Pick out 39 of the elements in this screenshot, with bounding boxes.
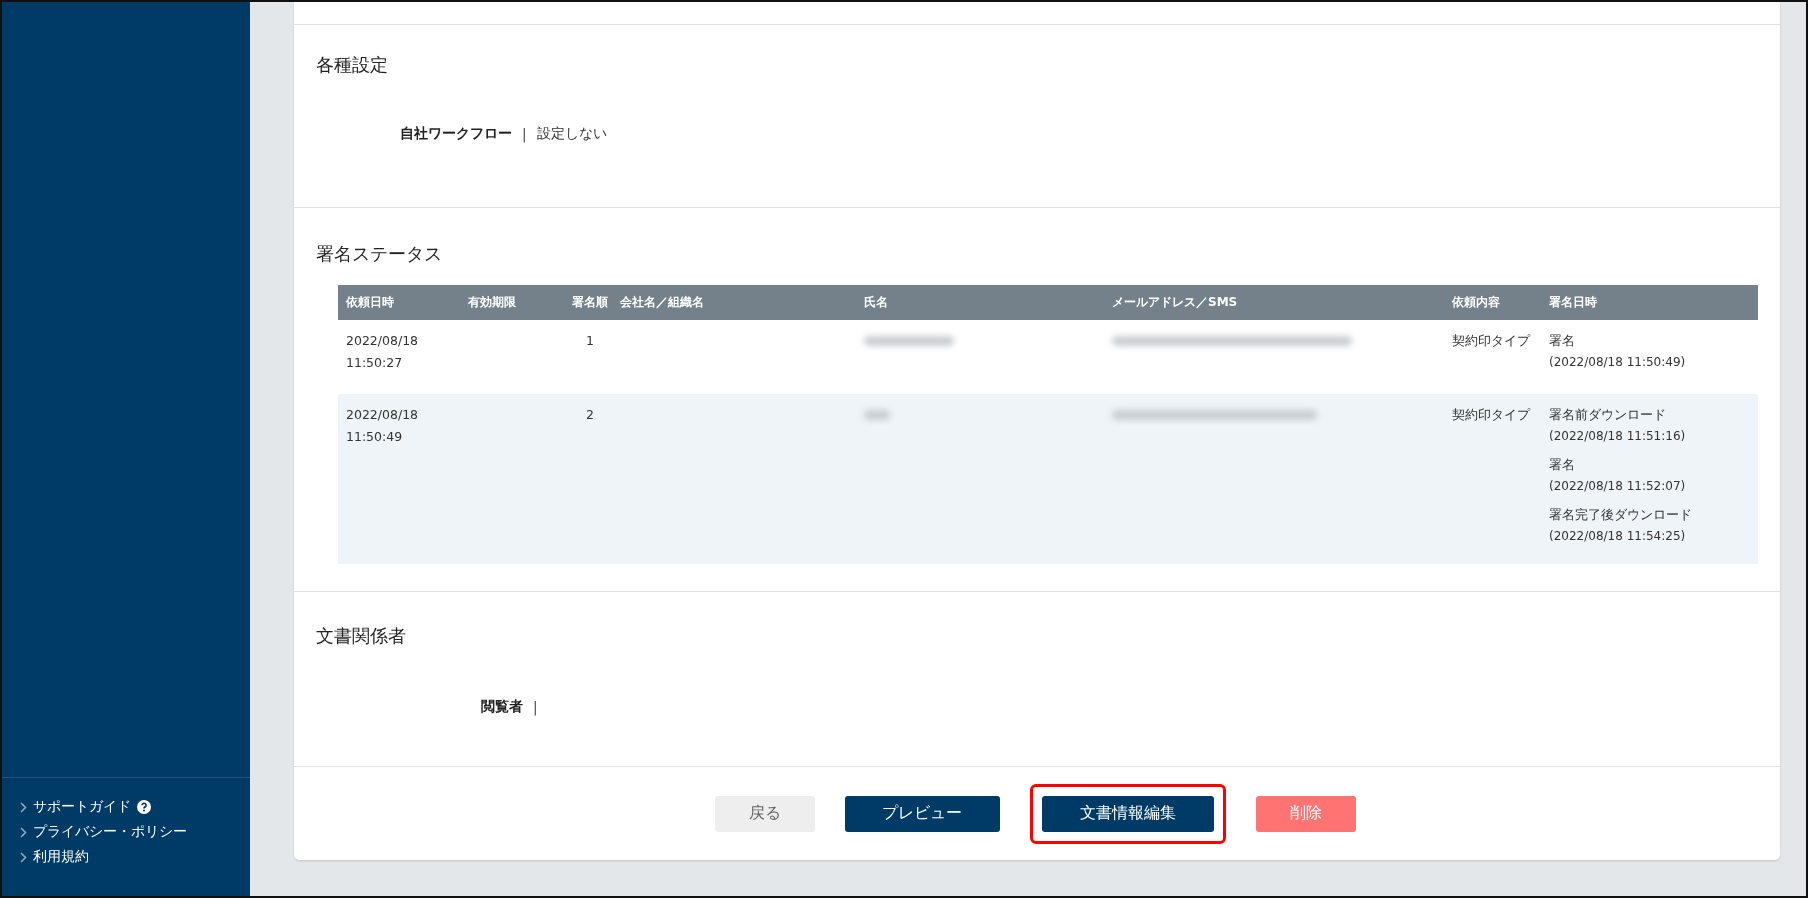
chevron-icon bbox=[20, 826, 27, 838]
table-cell: 契約印タイプ bbox=[1452, 407, 1530, 422]
event-time: (2022/08/18 11:51:16) bbox=[1549, 428, 1687, 445]
column-header: 依頼日時 bbox=[346, 295, 394, 309]
sidebar-link[interactable]: サポートガイド bbox=[20, 798, 250, 816]
field-label: 閲覧者 bbox=[481, 698, 523, 716]
chevron-icon bbox=[20, 851, 27, 863]
section-title: 文書関係者 bbox=[316, 624, 407, 648]
event-name: 署名完了後ダウンロード bbox=[1549, 506, 1693, 524]
chevron-icon bbox=[20, 801, 27, 813]
table-cell: 1 bbox=[586, 333, 594, 348]
column-header: 有効期限 bbox=[468, 295, 516, 309]
event-time: (2022/08/18 11:52:07) bbox=[1549, 478, 1687, 495]
back-button[interactable]: 戻る bbox=[714, 795, 815, 832]
column-header: 会社名／組織名 bbox=[620, 295, 704, 309]
sidebar-link[interactable]: プライバシー・ポリシー bbox=[20, 823, 250, 841]
column-header: メールアドレス／SMS bbox=[1112, 295, 1238, 309]
field-label: 自社ワークフロー bbox=[400, 125, 512, 143]
table-cell: 2022/08/18 11:50:27 bbox=[346, 333, 419, 370]
separator: | bbox=[533, 699, 538, 715]
action-button[interactable]: 文書情報編集 bbox=[1041, 795, 1214, 832]
column-header: 依頼内容 bbox=[1452, 295, 1500, 309]
event-time: (2022/08/18 11:54:25) bbox=[1549, 528, 1687, 545]
event-name: 署名 bbox=[1549, 332, 1576, 350]
section-title: 署名ステータス bbox=[316, 242, 443, 266]
event-time: (2022/08/18 11:50:49) bbox=[1549, 354, 1687, 371]
sidebar-link[interactable]: 利用規約 bbox=[20, 848, 250, 866]
action-button[interactable]: プレビュー bbox=[844, 795, 1000, 832]
table-cell: 契約印タイプ bbox=[1452, 333, 1530, 348]
separator: | bbox=[522, 126, 527, 142]
table-cell: 2022/08/18 11:50:49 bbox=[346, 407, 419, 444]
column-header: 署名日時 bbox=[1549, 295, 1597, 309]
column-header: 署名順 bbox=[572, 295, 608, 309]
section-title: 各種設定 bbox=[316, 53, 389, 77]
event-name: 署名前ダウンロード bbox=[1549, 406, 1667, 424]
event-name: 署名 bbox=[1549, 456, 1576, 474]
table-cell: 2 bbox=[586, 407, 594, 422]
column-header: 氏名 bbox=[864, 295, 888, 309]
field-value: 設定しない bbox=[536, 125, 607, 143]
